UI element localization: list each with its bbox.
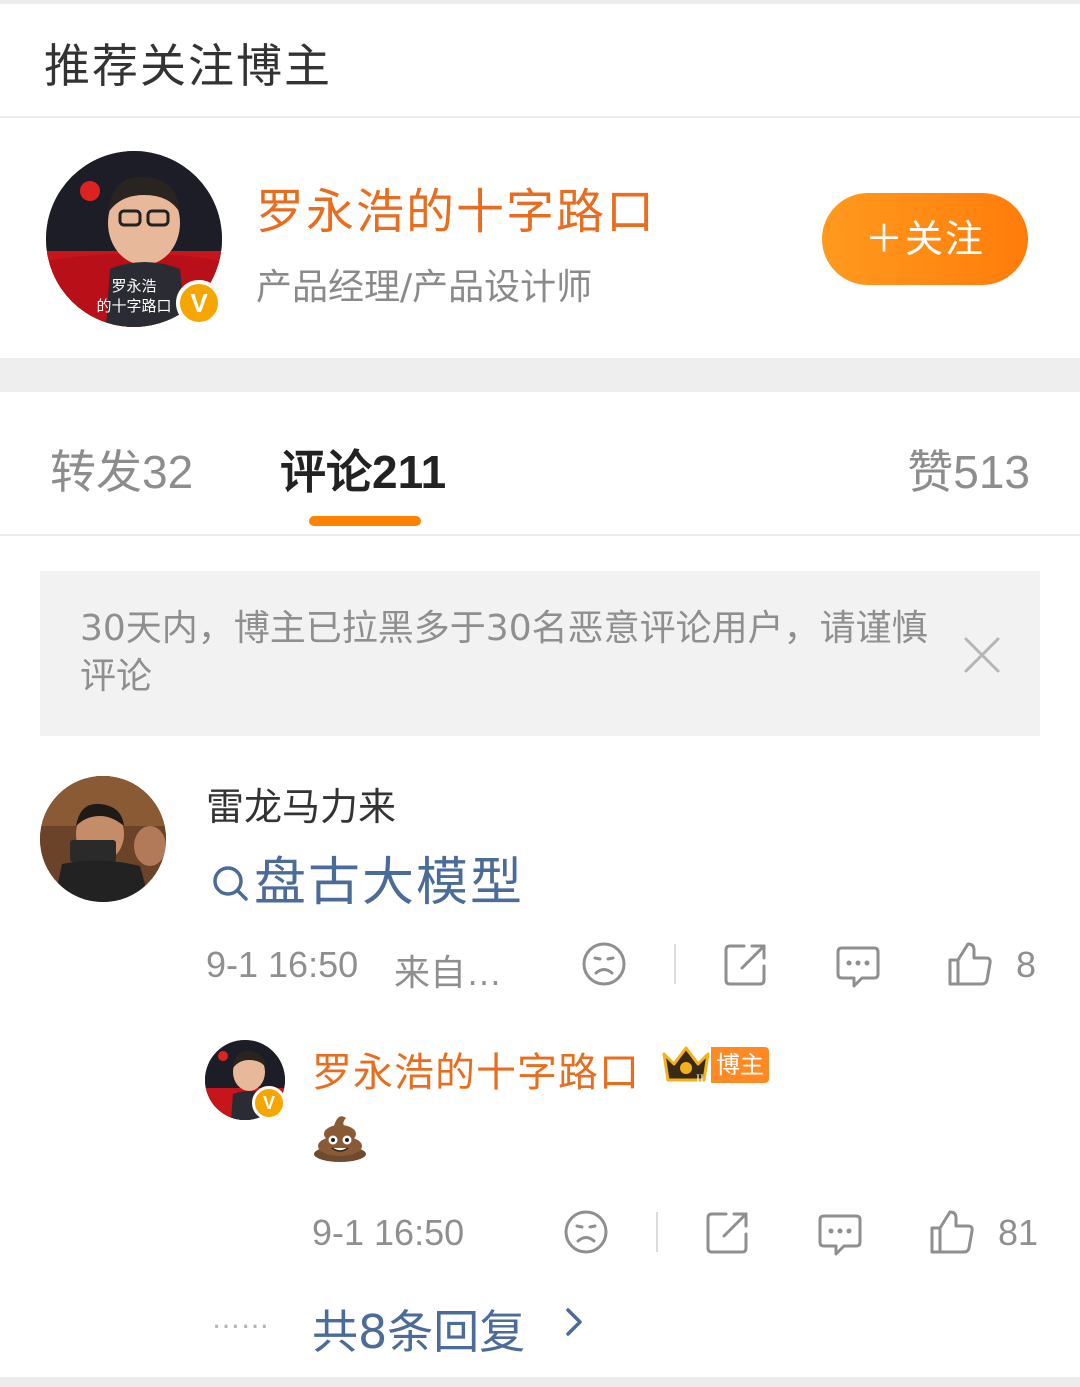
separator [656,1212,658,1252]
comment-like-count: 8 [1016,944,1037,985]
thumbs-up-icon[interactable] [928,1208,976,1260]
verified-icon: V [176,280,222,326]
divider [0,534,1080,536]
separator [674,944,676,984]
commenter-name[interactable]: 雷龙马力来 [206,776,396,831]
comment-icon[interactable] [816,1210,864,1262]
blogger-description: 产品经理/产品设计师 [256,267,593,308]
commenter-avatar[interactable] [40,776,166,902]
chevron-right-icon[interactable] [562,1304,586,1344]
more-dots: …… [212,1302,270,1335]
tab-repost[interactable]: 转发32 [50,436,193,502]
comment-source: 来自… [394,952,503,993]
section-title: 推荐关注博主 [44,39,332,93]
avatar-caption: 的十字路口 [96,297,171,315]
bottom-edge [0,1377,1080,1387]
reply-like-count: 81 [998,1212,1039,1253]
avatar-caption: 罗永浩 [111,277,156,295]
close-icon[interactable] [962,635,1002,675]
notice-text: 30天内，博主已拉黑多于30名恶意评论用户，请谨慎评论 [80,608,928,697]
search-icon [210,856,250,916]
topic-link[interactable]: 盘古大模型 [210,840,524,916]
verified-icon: V [252,1086,286,1120]
reply-author-name[interactable]: 罗永浩的十字路口 [312,1040,640,1098]
share-icon[interactable] [722,940,770,992]
comment-icon[interactable] [834,942,882,994]
tab-comment[interactable]: 评论211 [280,436,446,502]
poop-emoji [312,1110,368,1166]
divider [0,116,1080,118]
topic-label: 盘古大模型 [254,853,525,913]
share-icon[interactable] [704,1208,752,1260]
comment-time: 9-1 16:50 [206,944,359,985]
thumbs-up-icon[interactable] [946,940,994,992]
notice-banner: 30天内，博主已拉黑多于30名恶意评论用户，请谨慎评论 [40,571,1040,736]
section-separator [0,358,1080,392]
active-tab-indicator [309,516,421,526]
sad-face-icon[interactable] [562,1208,610,1260]
blogger-tag: 博主 [711,1047,769,1083]
more-replies-link[interactable]: 共8条回复 [312,1296,525,1362]
follow-button[interactable]: ＋关注 [822,193,1028,285]
reply-time: 9-1 16:50 [312,1212,465,1253]
top-divider [0,0,1080,4]
tab-like[interactable]: 赞513 [907,436,1030,502]
blogger-name[interactable]: 罗永浩的十字路口 [256,172,656,242]
sad-face-icon[interactable] [580,940,628,992]
crown-icon: II [660,1042,712,1090]
crown-level: II [696,1071,704,1085]
